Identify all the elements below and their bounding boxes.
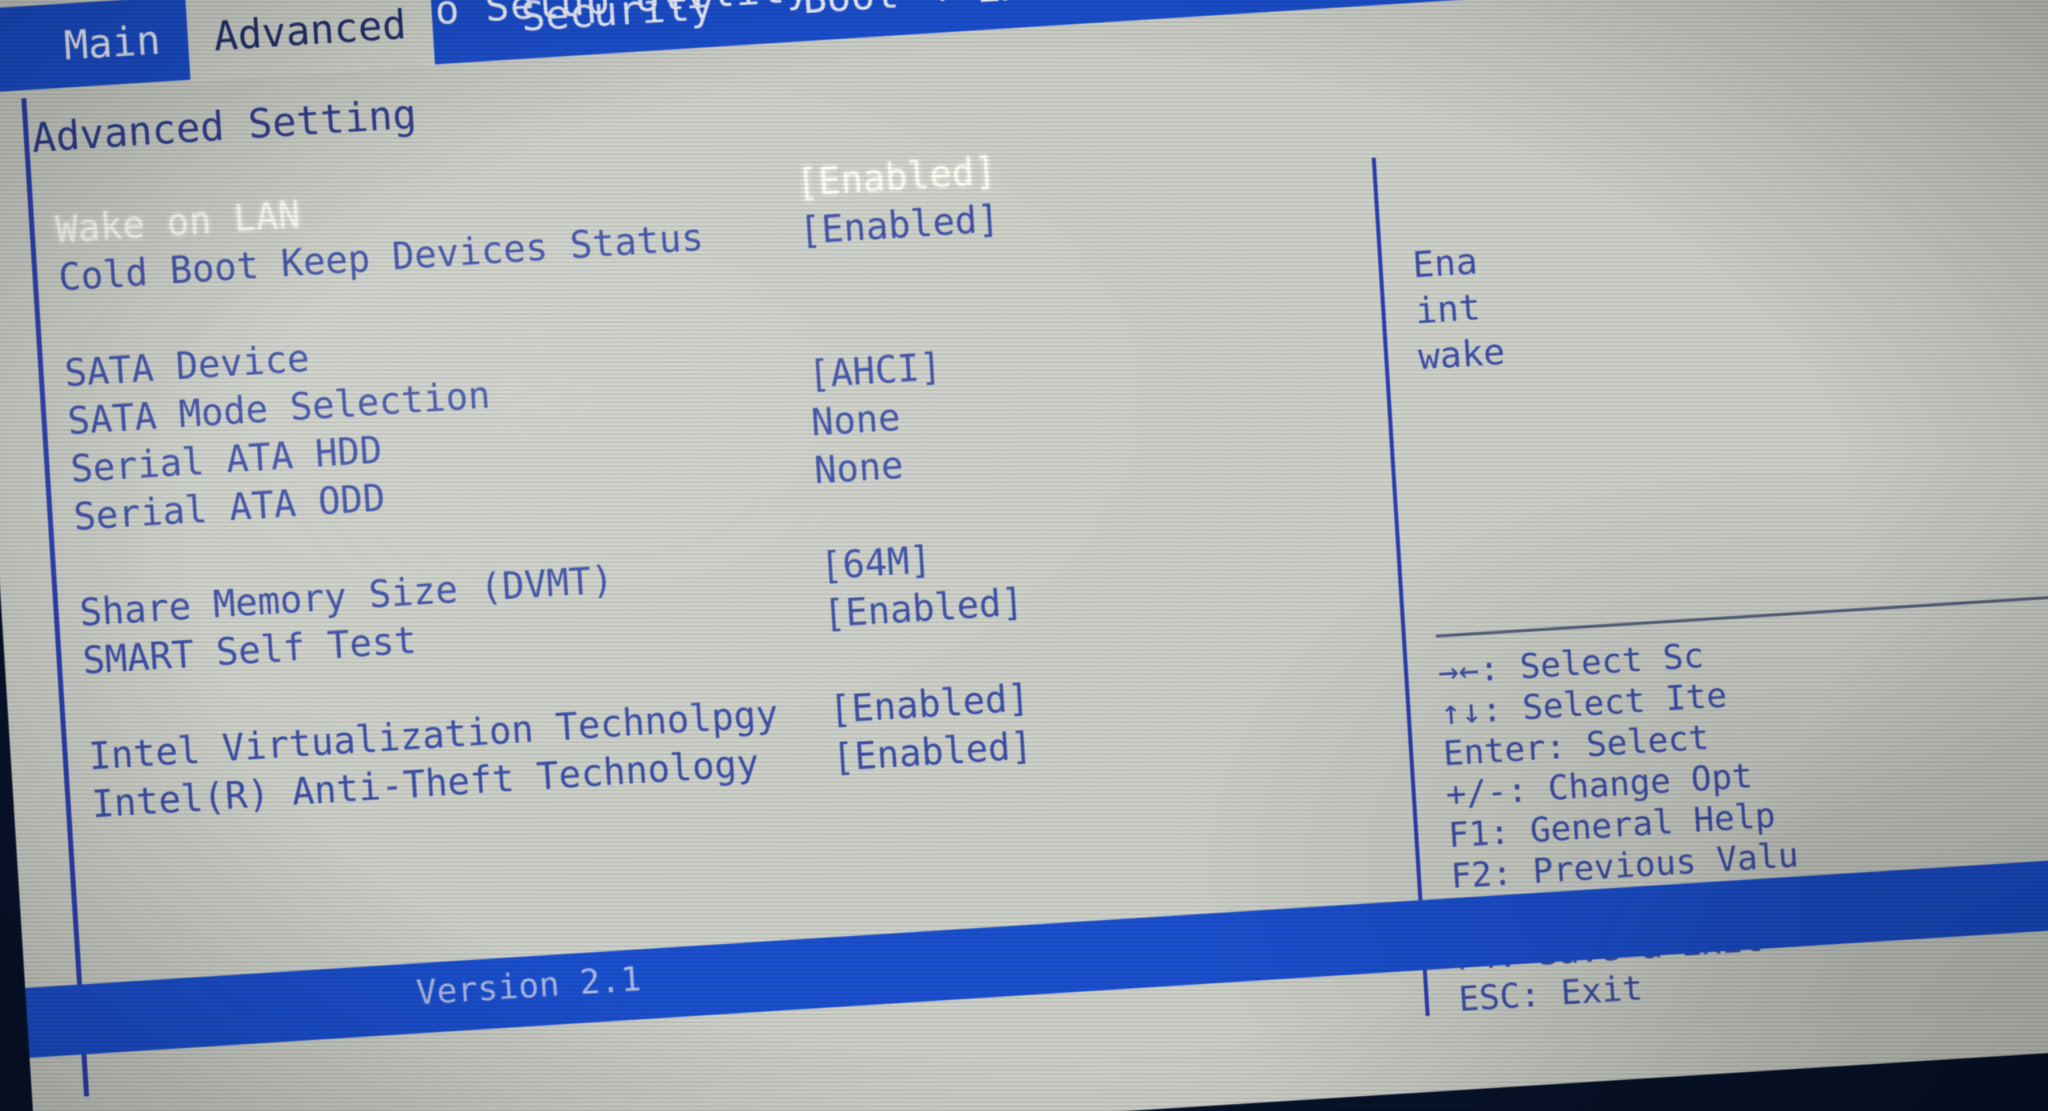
setting-value[interactable]: None: [813, 444, 905, 493]
version-label: Version 2.1: [415, 959, 643, 1014]
setting-value[interactable]: None: [810, 396, 902, 445]
setting-value[interactable]: [64M]: [819, 538, 933, 588]
tab-main[interactable]: Main: [35, 0, 188, 91]
setting-value[interactable]: [AHCI]: [807, 345, 943, 396]
bios-photo: Aptio Setup Utility - Copyright (C) 2013…: [0, 0, 2048, 1111]
settings-list: Wake on LAN [Enabled] Cold Boot Keep Devic…: [36, 127, 1393, 833]
bios-screen: Aptio Setup Utility - Copyright (C) 2013…: [0, 0, 2048, 1111]
